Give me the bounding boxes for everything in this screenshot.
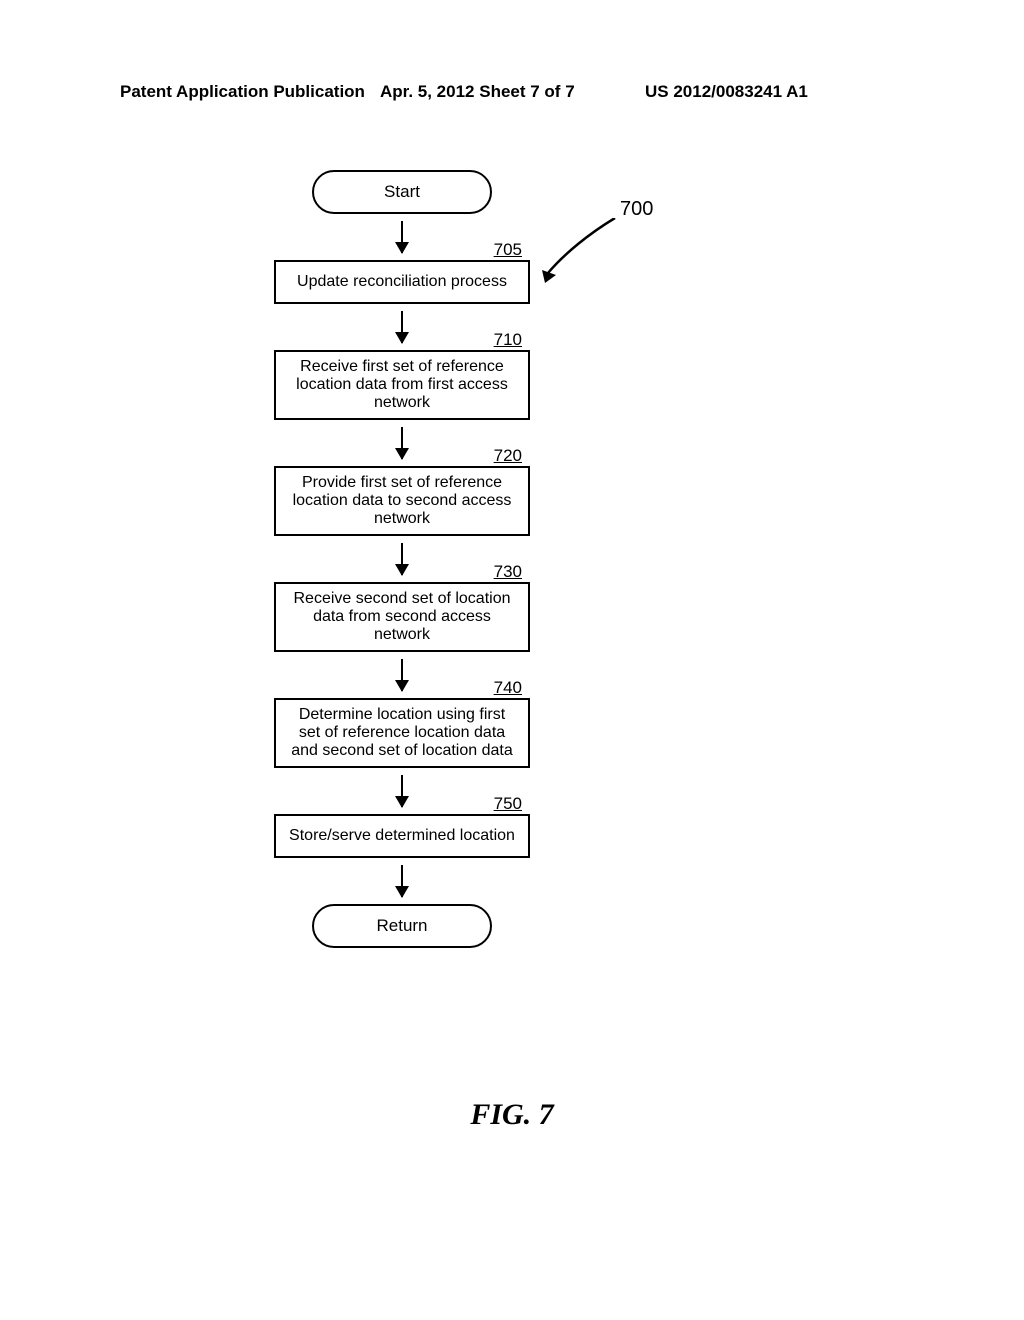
process-step-720: 720 Provide first set of reference locat… xyxy=(274,466,530,536)
step-number: 710 xyxy=(494,330,522,350)
step-text: Receive second set of location data from… xyxy=(288,590,516,644)
process-step-705: 705 Update reconciliation process xyxy=(274,260,530,304)
header-docket: US 2012/0083241 A1 xyxy=(645,82,808,102)
step-number: 705 xyxy=(494,240,522,260)
process-step-740: 740 Determine location using first set o… xyxy=(274,698,530,768)
step-number: 750 xyxy=(494,794,522,814)
step-text: Store/serve determined location xyxy=(289,827,515,845)
header-publication: Patent Application Publication xyxy=(120,82,365,102)
step-number: 720 xyxy=(494,446,522,466)
start-label: Start xyxy=(384,182,420,202)
figure-label: FIG. 7 xyxy=(0,1098,1024,1132)
return-label: Return xyxy=(376,916,427,936)
step-text: Determine location using first set of re… xyxy=(288,706,516,760)
step-number: 740 xyxy=(494,678,522,698)
step-text: Provide first set of reference location … xyxy=(288,474,516,528)
arrow xyxy=(272,858,532,904)
process-step-730: 730 Receive second set of location data … xyxy=(274,582,530,652)
step-text: Receive first set of reference location … xyxy=(288,358,516,412)
step-number: 730 xyxy=(494,562,522,582)
flowchart: Start 705 Update reconciliation process … xyxy=(272,170,532,948)
step-text: Update reconciliation process xyxy=(297,273,507,291)
start-terminal: Start xyxy=(312,170,492,214)
process-step-750: 750 Store/serve determined location xyxy=(274,814,530,858)
callout-swoosh-icon xyxy=(540,218,630,288)
return-terminal: Return xyxy=(312,904,492,948)
process-step-710: 710 Receive first set of reference locat… xyxy=(274,350,530,420)
header-date-sheet: Apr. 5, 2012 Sheet 7 of 7 xyxy=(380,82,575,102)
